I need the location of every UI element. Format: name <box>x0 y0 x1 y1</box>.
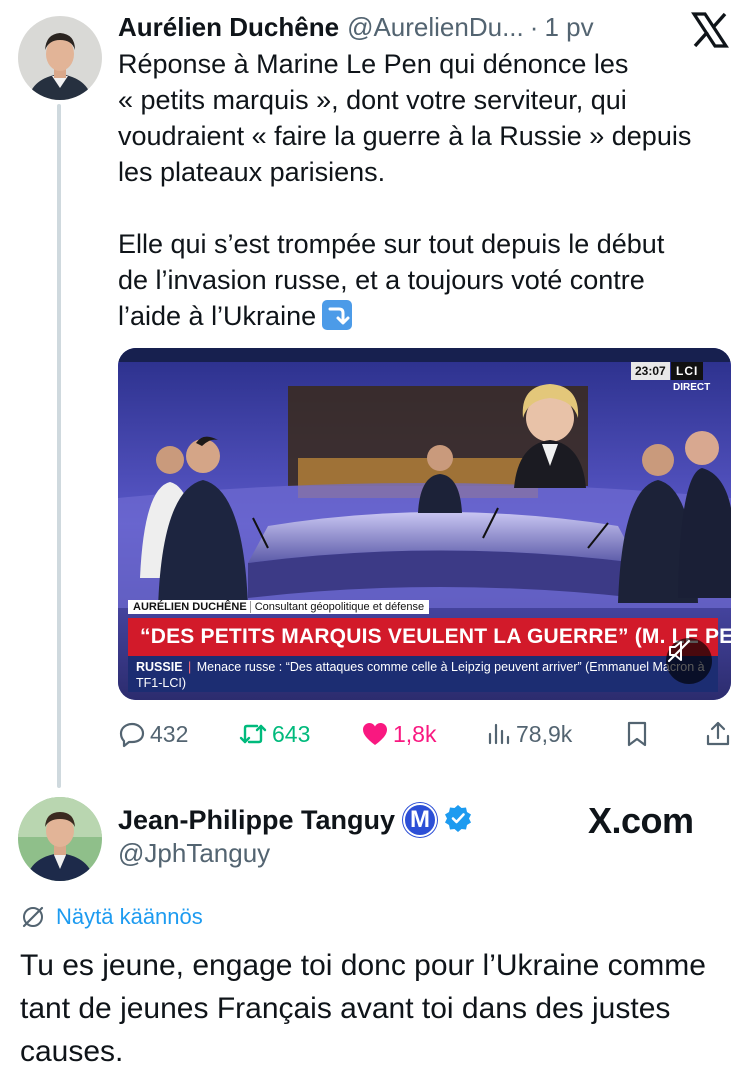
translate-link[interactable]: Näytä käännös <box>20 904 203 930</box>
header-separator: · <box>529 12 539 42</box>
share-button[interactable] <box>705 716 735 752</box>
bookmark-button[interactable] <box>624 716 654 752</box>
video-player[interactable]: 23:07 LCI DIRECT AURÉLIEN DUCHÊNE Consult… <box>118 348 731 700</box>
channel-logo: LCI <box>671 362 704 380</box>
tweet-header: Aurélien Duchêne @AurelienDu... · 1 pv <box>118 12 678 46</box>
like-count: 1,8k <box>393 720 437 747</box>
xcom-watermark: X.com <box>588 800 694 841</box>
author-handle[interactable]: @JphTanguy <box>118 838 270 869</box>
verified-badge-icon <box>443 803 473 838</box>
tweet-action-bar: 432 643 1,8k 78,9k <box>0 716 750 752</box>
ticker-label: RUSSIE <box>136 660 183 674</box>
avatar[interactable] <box>18 797 102 881</box>
views-button[interactable]: 78,9k <box>486 716 572 752</box>
author-handle[interactable]: @AurelienDu... <box>347 12 524 43</box>
lower-third-role: Consultant géopolitique et défense <box>249 601 425 613</box>
retweet-icon <box>239 724 267 744</box>
reply-icon <box>119 722 145 748</box>
retweet-button[interactable]: 643 <box>238 716 310 752</box>
party-badge-icon: M <box>403 803 438 837</box>
lower-third-name: AURÉLIEN DUCHÊNE Consultant géopolitique … <box>128 600 430 614</box>
tweet2-name-row: Jean-Philippe Tanguy M <box>118 800 473 840</box>
ticker-text: Menace russe : “Des attaques comme celle… <box>136 660 705 690</box>
globe-slash-icon <box>22 906 44 928</box>
avatar[interactable] <box>18 16 102 100</box>
bookmark-icon <box>627 721 647 747</box>
x-logo-icon[interactable] <box>690 10 730 50</box>
mute-button[interactable] <box>666 638 712 684</box>
right-arrow-curving-down-emoji-icon <box>322 300 353 330</box>
reply-count: 432 <box>150 720 189 747</box>
like-button[interactable]: 1,8k <box>361 716 436 752</box>
muted-speaker-icon <box>667 639 691 663</box>
tweet-timestamp[interactable]: 1 pv <box>544 12 593 43</box>
thread-connector-line <box>57 104 61 788</box>
broadcast-headline: “DES PETITS MARQUIS VEULENT LA GUERRE” (… <box>128 618 731 656</box>
ticker-separator: | <box>188 660 192 674</box>
live-label: DIRECT <box>673 382 711 393</box>
share-icon <box>706 721 730 746</box>
author-name[interactable]: Aurélien Duchêne <box>118 12 339 43</box>
views-bar-chart-icon <box>488 723 510 745</box>
heart-filled-icon <box>363 723 387 745</box>
views-count: 78,9k <box>516 720 573 747</box>
translate-label[interactable]: Näytä käännös <box>56 904 203 930</box>
tweet-body-text: Réponse à Marine Le Pen qui dénonce les … <box>118 49 692 331</box>
tweet-body: Tu es jeune, engage toi donc pour l’Ukra… <box>20 949 706 1068</box>
retweet-count: 643 <box>272 720 311 747</box>
reply-button[interactable]: 432 <box>118 716 188 752</box>
news-ticker: RUSSIE | Menace russe : “Des attaques co… <box>128 656 718 692</box>
lower-third-person: AURÉLIEN DUCHÊNE <box>133 601 247 613</box>
broadcast-clock: 23:07 <box>631 362 670 380</box>
tweet-body: Réponse à Marine Le Pen qui dénonce les … <box>118 46 738 334</box>
author-name[interactable]: Jean-Philippe Tanguy <box>118 805 395 836</box>
